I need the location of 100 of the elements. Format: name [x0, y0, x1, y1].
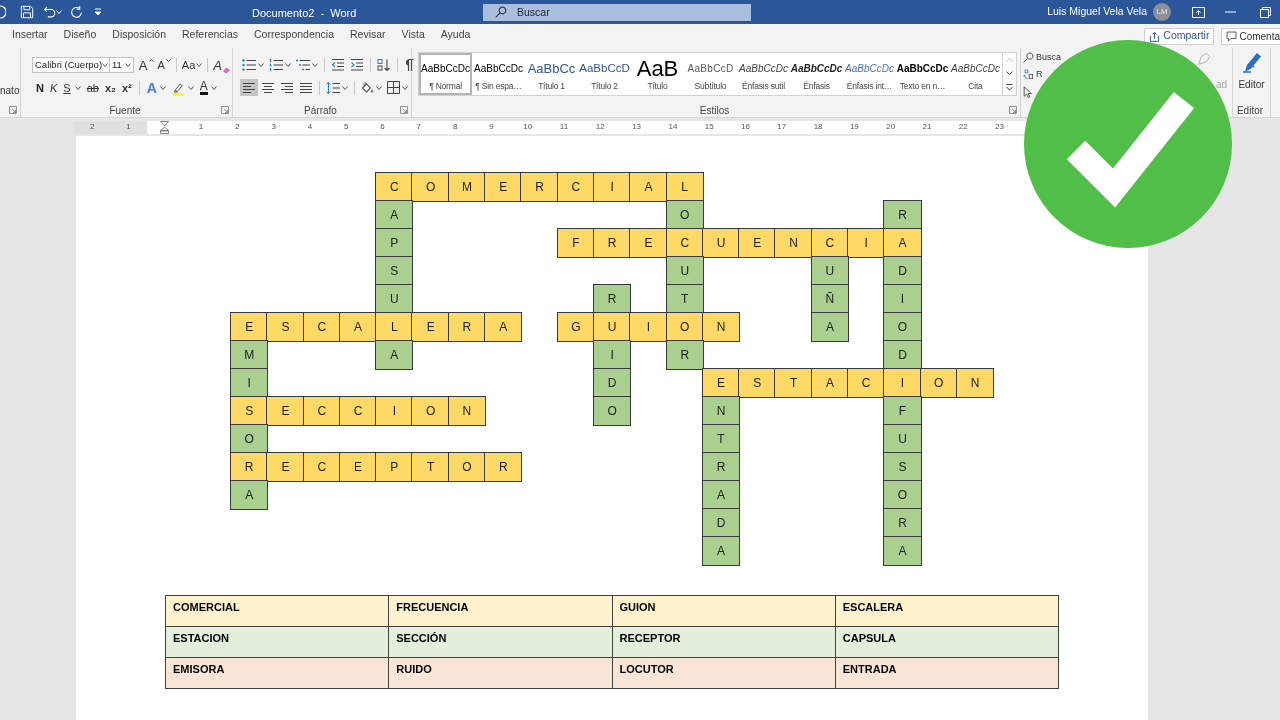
caret-icon: [210, 86, 217, 90]
undo-icon[interactable]: [43, 5, 56, 19]
dialog-launcher-icon[interactable]: [1009, 106, 1017, 114]
caret-icon: [402, 85, 408, 90]
search-field[interactable]: Buscar: [483, 3, 751, 21]
dialog-launcher-icon[interactable]: [9, 106, 17, 114]
sort-button[interactable]: [375, 56, 393, 73]
button-label: nato: [0, 84, 20, 98]
ruler-number: 21: [922, 123, 932, 131]
ribbon-tab[interactable]: Ayuda: [440, 24, 471, 48]
crossword-cell: O: [448, 453, 486, 481]
restore-icon[interactable]: [1260, 6, 1271, 18]
word-bank-cell: RUIDO: [388, 657, 612, 689]
ribbon-display-icon[interactable]: [1192, 6, 1205, 18]
style-preset[interactable]: AaBbCcDc Énfasis: [790, 53, 843, 95]
alignment-button[interactable]: [240, 79, 258, 96]
borders-button[interactable]: [385, 79, 410, 96]
comments-button[interactable]: Comenta: [1221, 27, 1280, 45]
style-preset[interactable]: AaBbCcDc ¶ Normal: [419, 53, 472, 95]
style-preset[interactable]: AaBbCcDc Texto en n…: [896, 53, 949, 95]
crossword-cell: U: [376, 285, 413, 313]
style-preset[interactable]: AaBbCcDc ¶ Sin espa…: [472, 53, 525, 95]
increase-indent-button[interactable]: [348, 56, 366, 73]
change-case-button[interactable]: Aa: [179, 57, 205, 73]
borders-icon: [387, 81, 400, 94]
crossword-cell: I: [593, 341, 631, 369]
crossword-cell: U: [884, 425, 921, 453]
shrink-font-button[interactable]: A: [155, 57, 173, 73]
crossword-cell: C: [303, 313, 340, 341]
ribbon-tab[interactable]: Correspondencia: [254, 24, 334, 48]
strikethrough-button[interactable]: ab: [84, 80, 101, 96]
share-button[interactable]: Compartir: [1144, 27, 1215, 45]
toggle-icon[interactable]: [0, 5, 6, 19]
decrease-indent-button[interactable]: [329, 56, 347, 73]
font-size-dropdown[interactable]: 11: [110, 57, 135, 73]
ribbon-tab[interactable]: Diseño: [63, 24, 97, 48]
clear-formatting-button[interactable]: A: [211, 57, 232, 73]
grow-font-button[interactable]: A: [136, 57, 156, 73]
numbering-button[interactable]: [267, 56, 293, 73]
share-icon: [1149, 30, 1161, 42]
crossword-cell: E: [739, 229, 776, 257]
crossword-cell: N: [775, 229, 812, 257]
subscript-button[interactable]: x₂: [102, 80, 118, 96]
line-spacing-button[interactable]: [324, 79, 350, 96]
crossword-cell: I: [376, 397, 413, 425]
editor-button[interactable]: Editor: [1233, 51, 1270, 92]
crossword-cell: O: [884, 313, 921, 341]
ribbon-tab[interactable]: Insertar: [12, 24, 48, 48]
crossword-cell: I: [848, 229, 885, 257]
ribbon-tab[interactable]: Vista: [401, 24, 425, 48]
ribbon-tab[interactable]: Referencias: [182, 24, 239, 48]
scroll-down-icon[interactable]: [1006, 70, 1013, 75]
customize-icon[interactable]: [94, 8, 102, 16]
style-preset[interactable]: AaBbCcD Título 2: [578, 53, 631, 95]
group-label: Editor: [1236, 103, 1264, 118]
crossword-cell: C: [848, 369, 885, 397]
crossword-cell: A: [884, 537, 921, 565]
indent-marker-icon[interactable]: [160, 120, 170, 134]
style-preset[interactable]: AaBbCcDc Énfasis sutil: [737, 53, 790, 95]
style-preset[interactable]: AaBbCc Título 1: [525, 53, 578, 95]
text-effects-button[interactable]: A: [144, 80, 168, 96]
more-styles-icon[interactable]: [1006, 83, 1013, 91]
ruler-number: 18: [813, 123, 823, 131]
crossword-cell: I: [884, 369, 921, 397]
caret-icon: [56, 10, 62, 14]
font-color-button[interactable]: A: [197, 80, 219, 96]
underline-button[interactable]: S: [61, 80, 83, 96]
style-preset[interactable]: AaBbCcDc Énfasis int…: [843, 53, 896, 95]
style-preset[interactable]: AaBbCcDc Cita: [949, 53, 1002, 95]
italic-button[interactable]: K: [47, 80, 60, 96]
ruler-number: 11: [559, 123, 569, 131]
crossword-cell: A: [811, 313, 849, 341]
font-family-dropdown[interactable]: Calibri (Cuerpo): [32, 57, 110, 73]
bullets-button[interactable]: [240, 56, 266, 73]
dialog-launcher-icon[interactable]: [221, 106, 229, 114]
search-icon: [495, 6, 507, 18]
style-preset[interactable]: AaB Título: [631, 53, 684, 95]
replace-icon: [1023, 69, 1034, 80]
ruler-number: 8: [452, 123, 458, 131]
style-preset[interactable]: AaBbCcD Subtítulo: [684, 53, 737, 95]
crossword-cell: A: [702, 537, 740, 565]
replace-button[interactable]: R: [1023, 67, 1043, 82]
ruler-number: 10: [523, 123, 533, 131]
ribbon-tab[interactable]: Revisar: [350, 24, 386, 48]
superscript-button[interactable]: x²: [119, 80, 134, 96]
caret-icon: [196, 63, 203, 67]
crossword-cell: N: [956, 369, 994, 397]
ribbon-tab[interactable]: Disposición: [112, 24, 166, 48]
crossword-cell: C: [666, 229, 703, 257]
save-icon[interactable]: [20, 5, 34, 19]
crossword-cell: L: [376, 313, 413, 341]
crossword-cell: A: [630, 173, 667, 201]
shading-button[interactable]: [359, 79, 384, 96]
crossword-cell: L: [666, 173, 703, 201]
redo-icon[interactable]: [70, 5, 83, 19]
find-button[interactable]: Busca: [1023, 50, 1061, 65]
bold-button[interactable]: N: [34, 80, 46, 96]
ruler-number: 22: [958, 123, 968, 131]
dialog-launcher-icon[interactable]: [400, 106, 408, 114]
crossword-cell: C: [303, 453, 340, 481]
